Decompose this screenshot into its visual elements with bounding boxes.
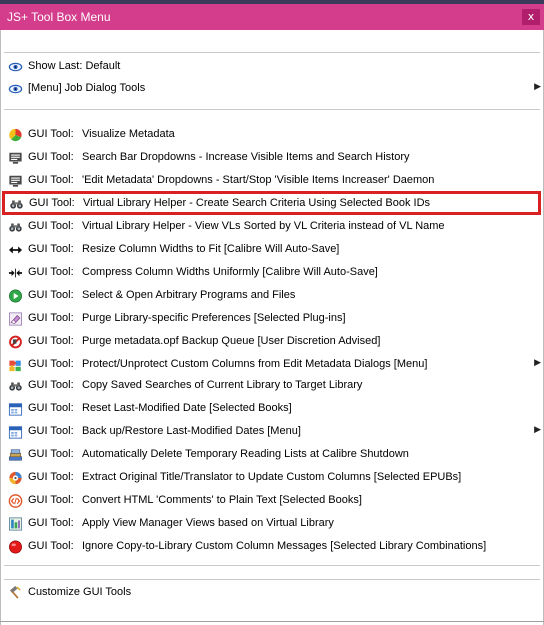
menu-item-label: 'Edit Metadata' Dropdowns - Start/Stop '…	[82, 174, 435, 186]
menu-item-compress-column-widths[interactable]: GUI Tool: Compress Column Widths Uniform…	[2, 262, 542, 284]
menu-item-delete-reading-lists[interactable]: GUI Tool: Automatically Delete Temporary…	[2, 444, 542, 466]
menu-item-vl-helper-view-vls[interactable]: GUI Tool: Virtual Library Helper - View …	[2, 216, 542, 238]
eraser-icon	[9, 312, 22, 326]
menu-item-label: Convert HTML 'Comments' to Plain Text [S…	[82, 494, 362, 506]
menu-item-purge-backup-queue[interactable]: GUI Tool: Purge metadata.opf Backup Queu…	[2, 331, 542, 353]
menu-item-label: Virtual Library Helper - Create Search C…	[83, 197, 431, 209]
menu-item-extract-original-title[interactable]: GUI Tool: Extract Original Title/Transla…	[2, 467, 542, 489]
menu-item-ignore-copy-to-library[interactable]: GUI Tool: Ignore Copy-to-Library Custom …	[2, 536, 542, 558]
gui-tool-prefix: GUI Tool:	[28, 425, 74, 437]
gear-icon	[9, 471, 22, 485]
menu-item-backup-restore-dates[interactable]: GUI Tool: Back up/Restore Last-Modified …	[2, 421, 542, 443]
hammer-icon	[9, 586, 21, 599]
menu-item-label: Virtual Library Helper - View VLs Sorted…	[82, 220, 445, 232]
gui-tool-prefix: GUI Tool:	[29, 197, 75, 209]
menu-item-protect-custom-columns[interactable]: GUI Tool: Protect/Unprotect Custom Colum…	[2, 354, 542, 376]
calendar-icon	[8, 403, 23, 416]
gui-tool-prefix: GUI Tool:	[28, 517, 74, 529]
monitor-icon	[9, 175, 22, 187]
menu-item-visualize-metadata[interactable]: GUI Tool: Visualize Metadata	[2, 124, 542, 146]
close-button[interactable]: x	[522, 9, 540, 25]
menu-separator	[4, 579, 540, 580]
menu-item-label: Copy Saved Searches of Current Library t…	[82, 379, 363, 391]
gui-tool-prefix: GUI Tool:	[28, 379, 74, 391]
menu-separator	[4, 109, 540, 110]
submenu-arrow-icon: ▶	[534, 425, 541, 435]
menu-item-purge-library-preferences[interactable]: GUI Tool: Purge Library-specific Prefere…	[2, 308, 542, 330]
eye-icon	[8, 62, 23, 72]
books-icon	[9, 449, 22, 461]
gui-tool-prefix: GUI Tool:	[28, 151, 74, 163]
gui-tool-prefix: GUI Tool:	[28, 540, 74, 552]
menu-item-resize-column-widths[interactable]: GUI Tool: Resize Column Widths to Fit [C…	[2, 239, 542, 261]
menu-item-apply-view-manager[interactable]: GUI Tool: Apply View Manager Views based…	[2, 513, 542, 535]
gui-tool-prefix: GUI Tool:	[28, 448, 74, 460]
menu-item-search-bar-dropdowns[interactable]: GUI Tool: Search Bar Dropdowns - Increas…	[2, 147, 542, 169]
menu-item-label: Select & Open Arbitrary Programs and Fil…	[82, 289, 296, 301]
menu-item-label: Reset Last-Modified Date [Selected Books…	[82, 402, 292, 414]
no-entry-icon	[9, 335, 22, 349]
menu-item-label: [Menu] Job Dialog Tools	[28, 82, 146, 94]
expand-arrows-icon	[8, 246, 23, 254]
menu-item-copy-saved-searches[interactable]: GUI Tool: Copy Saved Searches of Current…	[2, 375, 542, 397]
gui-tool-prefix: GUI Tool:	[28, 312, 74, 324]
pie-chart-icon	[9, 128, 22, 142]
binoculars-icon	[9, 223, 22, 232]
eye-icon	[8, 84, 23, 94]
menu-item-label: Resize Column Widths to Fit [Calibre Wil…	[82, 243, 340, 255]
tool-box-menu: Show Last: Default [Menu] Job Dialog Too…	[0, 30, 544, 625]
play-icon	[9, 289, 22, 303]
gui-tool-prefix: GUI Tool:	[28, 243, 74, 255]
menu-item-label: Purge Library-specific Preferences [Sele…	[82, 312, 346, 324]
menu-item-vl-helper-create-search[interactable]: GUI Tool: Virtual Library Helper - Creat…	[2, 191, 541, 215]
red-circle-icon	[9, 540, 22, 554]
gui-tool-prefix: GUI Tool:	[28, 174, 74, 186]
menu-item-label: Purge metadata.opf Backup Queue [User Di…	[82, 335, 381, 347]
menu-item-label: Search Bar Dropdowns - Increase Visible …	[82, 151, 410, 163]
compress-arrows-icon	[8, 268, 23, 278]
calendar-icon	[8, 426, 23, 439]
menu-item-reset-last-modified[interactable]: GUI Tool: Reset Last-Modified Date [Sele…	[2, 398, 542, 420]
window-title: JS+ Tool Box Menu	[7, 10, 111, 24]
gui-tool-prefix: GUI Tool:	[28, 220, 74, 232]
menu-item-label: Extract Original Title/Translator to Upd…	[82, 471, 462, 483]
menu-separator	[4, 565, 540, 566]
gui-tool-prefix: GUI Tool:	[28, 335, 74, 347]
puzzle-icon	[9, 360, 21, 372]
menu-item-convert-html-comments[interactable]: GUI Tool: Convert HTML 'Comments' to Pla…	[2, 490, 542, 512]
menu-item-label: Back up/Restore Last-Modified Dates [Men…	[82, 425, 301, 437]
menu-item-edit-metadata-dropdowns[interactable]: GUI Tool: 'Edit Metadata' Dropdowns - St…	[2, 170, 542, 192]
menu-item-show-last[interactable]: Show Last: Default	[2, 56, 542, 78]
menu-item-label: Visualize Metadata	[82, 128, 175, 140]
submenu-arrow-icon: ▶	[534, 358, 541, 368]
menu-item-label: Compress Column Widths Uniformly [Calibr…	[82, 266, 378, 278]
gui-tool-prefix: GUI Tool:	[28, 128, 74, 140]
view-manager-icon	[9, 517, 22, 531]
monitor-icon	[9, 152, 22, 164]
menu-item-label: Show Last: Default	[28, 60, 121, 72]
html-icon	[8, 494, 23, 508]
menu-item-label: Automatically Delete Temporary Reading L…	[82, 448, 409, 460]
menu-item-select-open-programs[interactable]: GUI Tool: Select & Open Arbitrary Progra…	[2, 285, 542, 307]
binoculars-icon	[9, 382, 22, 391]
submenu-arrow-icon: ▶	[534, 82, 541, 92]
gui-tool-prefix: GUI Tool:	[28, 471, 74, 483]
window-bottom-border	[0, 621, 544, 622]
gui-tool-prefix: GUI Tool:	[28, 289, 74, 301]
menu-item-job-dialog-tools[interactable]: [Menu] Job Dialog Tools ▶	[2, 78, 542, 100]
menu-item-label: Apply View Manager Views based on Virtua…	[82, 517, 334, 529]
menu-item-customize-gui-tools[interactable]: Customize GUI Tools	[2, 582, 542, 604]
binoculars-icon	[10, 200, 23, 209]
menu-item-label: Ignore Copy-to-Library Custom Column Mes…	[82, 540, 487, 552]
gui-tool-prefix: GUI Tool:	[28, 358, 74, 370]
gui-tool-prefix: GUI Tool:	[28, 494, 74, 506]
menu-separator	[4, 52, 540, 53]
menu-item-label: Customize GUI Tools	[28, 586, 132, 598]
gui-tool-prefix: GUI Tool:	[28, 266, 74, 278]
title-bar[interactable]: JS+ Tool Box Menu x	[0, 4, 544, 30]
menu-item-label: Protect/Unprotect Custom Columns from Ed…	[82, 358, 428, 370]
gui-tool-prefix: GUI Tool:	[28, 402, 74, 414]
